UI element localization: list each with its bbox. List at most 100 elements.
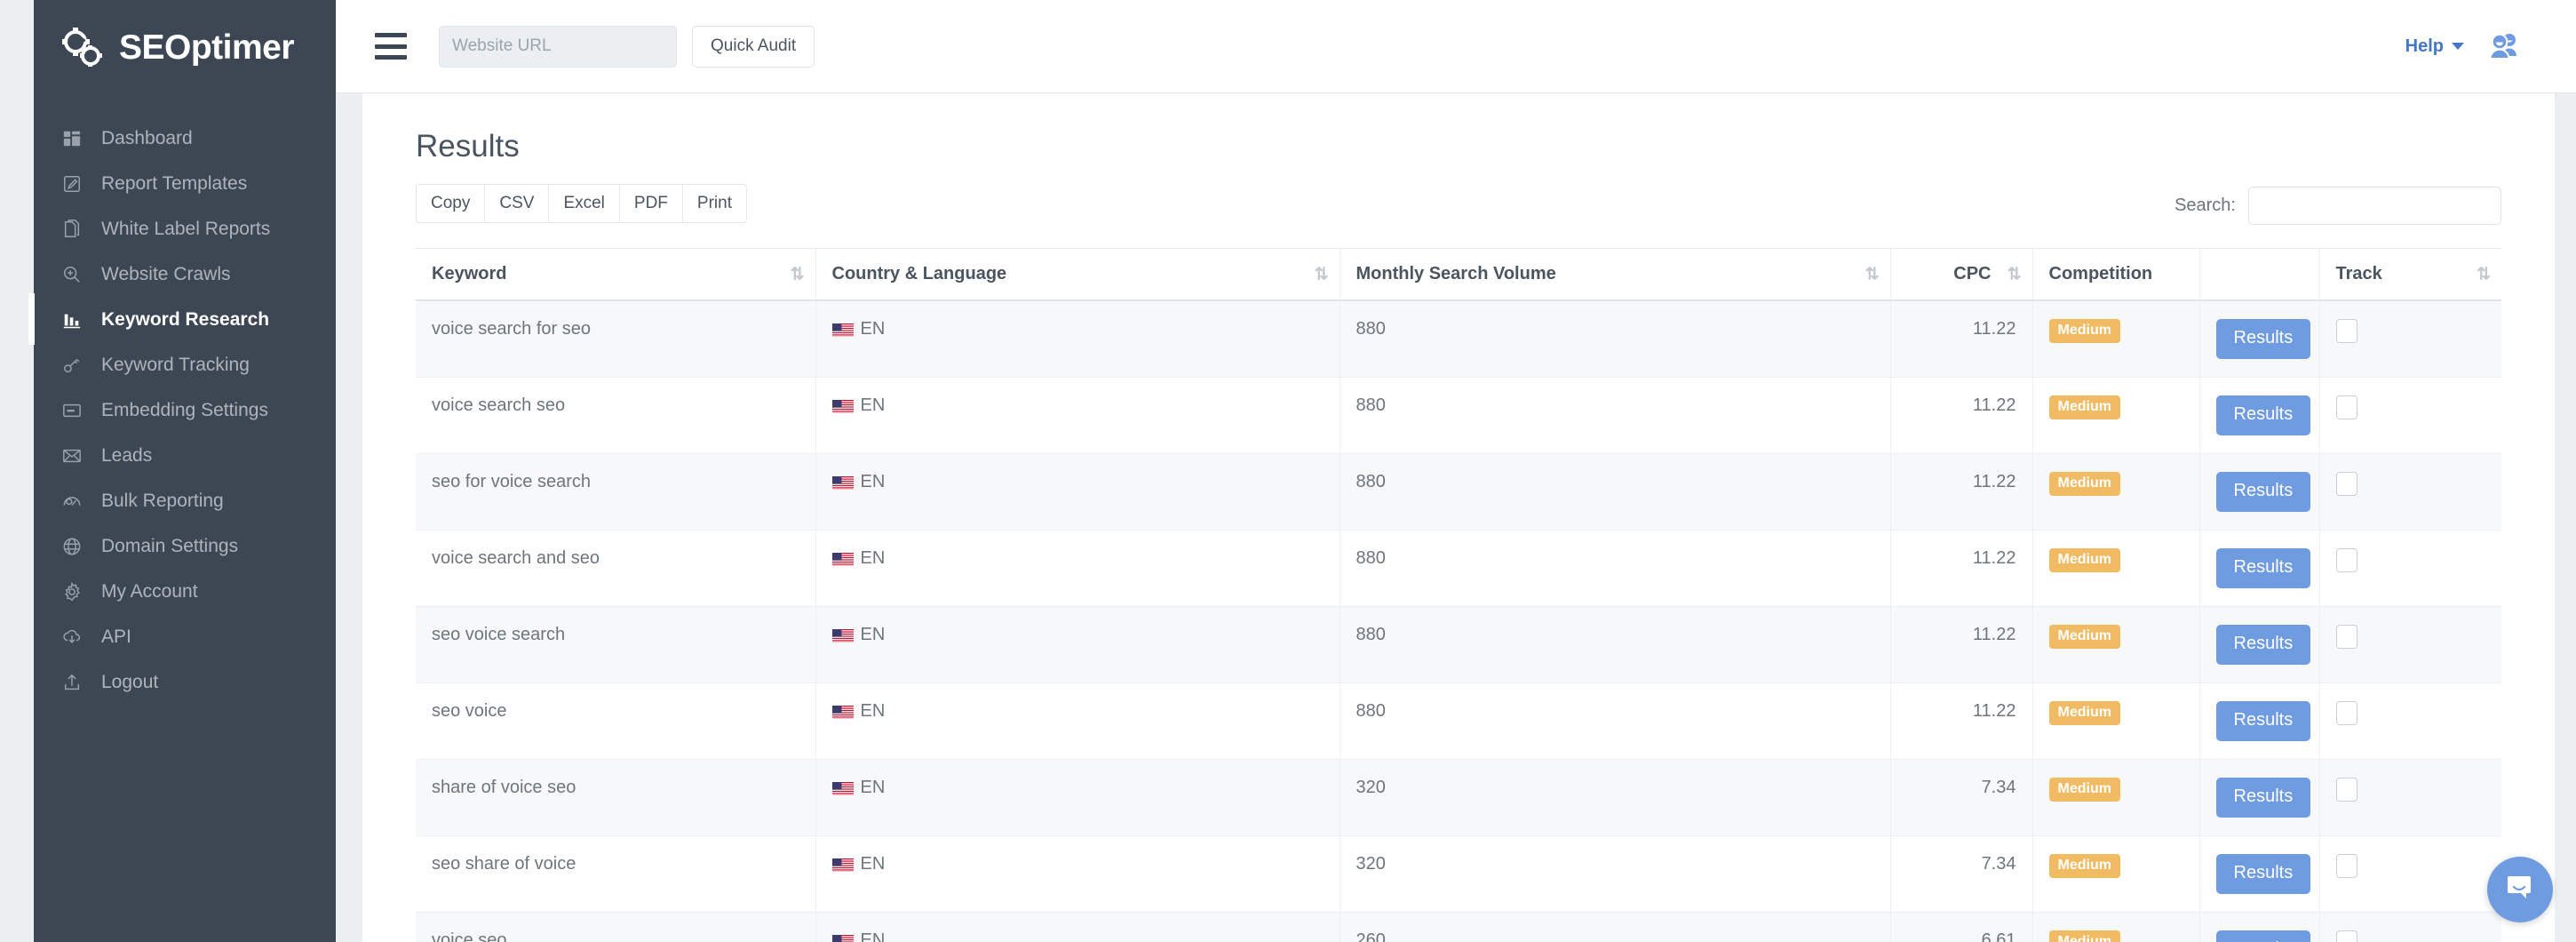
cell-keyword: voice search for seo [416, 300, 815, 378]
brand[interactable]: SEOptimer [34, 0, 336, 96]
website-url-input[interactable] [439, 26, 677, 68]
sidebar-item-domain-settings[interactable]: Domain Settings [34, 523, 336, 569]
help-menu[interactable]: Help [2405, 36, 2464, 57]
track-checkbox[interactable] [2336, 701, 2357, 725]
sort-icon: ⇅ [2477, 264, 2489, 284]
csv-button[interactable]: CSV [485, 184, 549, 223]
row-results-button[interactable]: Results [2216, 319, 2311, 359]
cell-monthly-search-volume: 880 [1340, 454, 1890, 531]
row-results-button[interactable]: Results [2216, 701, 2311, 741]
sidebar-item-embedding-settings[interactable]: Embedding Settings [34, 387, 336, 433]
page-title: Results [416, 129, 2501, 164]
column-header-monthly-search-volume[interactable]: Monthly Search Volume ⇅ [1340, 249, 1890, 301]
row-results-button[interactable]: Results [2216, 472, 2311, 512]
track-checkbox[interactable] [2336, 854, 2357, 878]
row-results-button[interactable]: Results [2216, 930, 2311, 942]
us-flag-icon [832, 858, 854, 872]
column-header-cpc[interactable]: CPC ⇅ [1890, 249, 2032, 301]
row-results-button[interactable]: Results [2216, 778, 2311, 818]
table-row: seo share of voice EN 3207.34 Medium Res… [416, 836, 2501, 913]
excel-button[interactable]: Excel [549, 184, 619, 223]
table-row: voice seo EN 2606.61 Medium Results [416, 913, 2501, 942]
track-checkbox[interactable] [2336, 319, 2357, 343]
track-checkbox[interactable] [2336, 395, 2357, 419]
sidebar-item-keyword-research[interactable]: Keyword Research [34, 297, 336, 342]
quick-audit-button[interactable]: Quick Audit [692, 26, 815, 68]
print-button[interactable]: Print [683, 184, 747, 223]
us-flag-icon [832, 552, 854, 566]
cell-cpc: 11.22 [1890, 683, 2032, 760]
cell-track [2319, 683, 2501, 760]
us-flag-icon [832, 628, 854, 643]
sidebar-item-label: Embedding Settings [101, 400, 268, 421]
search-input[interactable] [2248, 187, 2501, 225]
cell-track [2319, 913, 2501, 942]
results-table: Keyword ⇅ Country & Language ⇅ Monthly S… [416, 248, 2501, 942]
status-badge: Medium [2049, 778, 2120, 802]
row-results-button[interactable]: Results [2216, 548, 2311, 588]
track-checkbox[interactable] [2336, 625, 2357, 649]
sort-icon: ⇅ [1315, 264, 1327, 284]
copy-button[interactable]: Copy [416, 184, 485, 223]
sidebar-item-white-label-reports[interactable]: White Label Reports [34, 206, 336, 251]
pdf-button[interactable]: PDF [620, 184, 683, 223]
sidebar-item-label: Leads [101, 445, 152, 467]
sidebar-item-label: Logout [101, 672, 158, 693]
row-results-button[interactable]: Results [2216, 395, 2311, 435]
sidebar-item-label: Report Templates [101, 173, 247, 195]
results-table-wrap: Keyword ⇅ Country & Language ⇅ Monthly S… [416, 248, 2501, 942]
table-row: seo voice EN 88011.22 Medium Results [416, 683, 2501, 760]
table-search: Search: [2174, 187, 2501, 225]
sidebar-item-my-account[interactable]: My Account [34, 569, 336, 614]
cell-actions: Results [2199, 378, 2319, 454]
cell-monthly-search-volume: 880 [1340, 378, 1890, 454]
row-results-button[interactable]: Results [2216, 625, 2311, 665]
sidebar-item-dashboard[interactable]: Dashboard [34, 116, 336, 161]
column-header-competition[interactable]: Competition [2032, 249, 2199, 301]
status-badge: Medium [2049, 548, 2120, 572]
intercom-launcher[interactable] [2487, 857, 2553, 922]
hamburger-icon[interactable] [375, 33, 407, 60]
sidebar-item-leads[interactable]: Leads [34, 433, 336, 478]
country-code: EN [861, 778, 886, 798]
sidebar-item-website-crawls[interactable]: Website Crawls [34, 251, 336, 297]
track-checkbox[interactable] [2336, 472, 2357, 496]
cell-competition: Medium [2032, 760, 2199, 836]
table-row: voice search for seo EN 88011.22 Medium … [416, 300, 2501, 378]
track-checkbox[interactable] [2336, 548, 2357, 572]
country-code: EN [861, 395, 886, 416]
cell-competition: Medium [2032, 836, 2199, 913]
cell-competition: Medium [2032, 531, 2199, 607]
sidebar-item-report-templates[interactable]: Report Templates [34, 161, 336, 206]
cell-monthly-search-volume: 320 [1340, 836, 1890, 913]
cell-cpc: 11.22 [1890, 300, 2032, 378]
track-checkbox[interactable] [2336, 778, 2357, 802]
column-header-country-language[interactable]: Country & Language ⇅ [815, 249, 1340, 301]
sidebar-item-api[interactable]: API [34, 614, 336, 659]
sidebar-item-logout[interactable]: Logout [34, 659, 336, 705]
cell-competition: Medium [2032, 683, 2199, 760]
cell-keyword: seo for voice search [416, 454, 815, 531]
cell-actions: Results [2199, 760, 2319, 836]
search-plus-icon [60, 263, 83, 286]
users-icon[interactable] [2487, 32, 2521, 60]
status-badge: Medium [2049, 701, 2120, 725]
track-checkbox[interactable] [2336, 930, 2357, 942]
column-header-keyword[interactable]: Keyword ⇅ [416, 249, 815, 301]
cell-keyword: seo voice search [416, 607, 815, 683]
column-header-track[interactable]: Track ⇅ [2319, 249, 2501, 301]
table-row: voice search seo EN 88011.22 Medium Resu… [416, 378, 2501, 454]
cell-country-language: EN [815, 683, 1340, 760]
chevron-down-icon [2452, 43, 2464, 50]
status-badge: Medium [2049, 395, 2120, 419]
row-results-button[interactable]: Results [2216, 854, 2311, 894]
cell-country-language: EN [815, 607, 1340, 683]
chat-bubble-icon [2502, 870, 2538, 910]
sidebar-item-keyword-tracking[interactable]: Keyword Tracking [34, 342, 336, 387]
cell-country-language: EN [815, 913, 1340, 942]
bar-chart-icon [60, 308, 83, 331]
us-flag-icon [832, 705, 854, 719]
envelope-icon [60, 444, 83, 467]
edit-document-icon [60, 172, 83, 196]
sidebar-item-bulk-reporting[interactable]: Bulk Reporting [34, 478, 336, 523]
